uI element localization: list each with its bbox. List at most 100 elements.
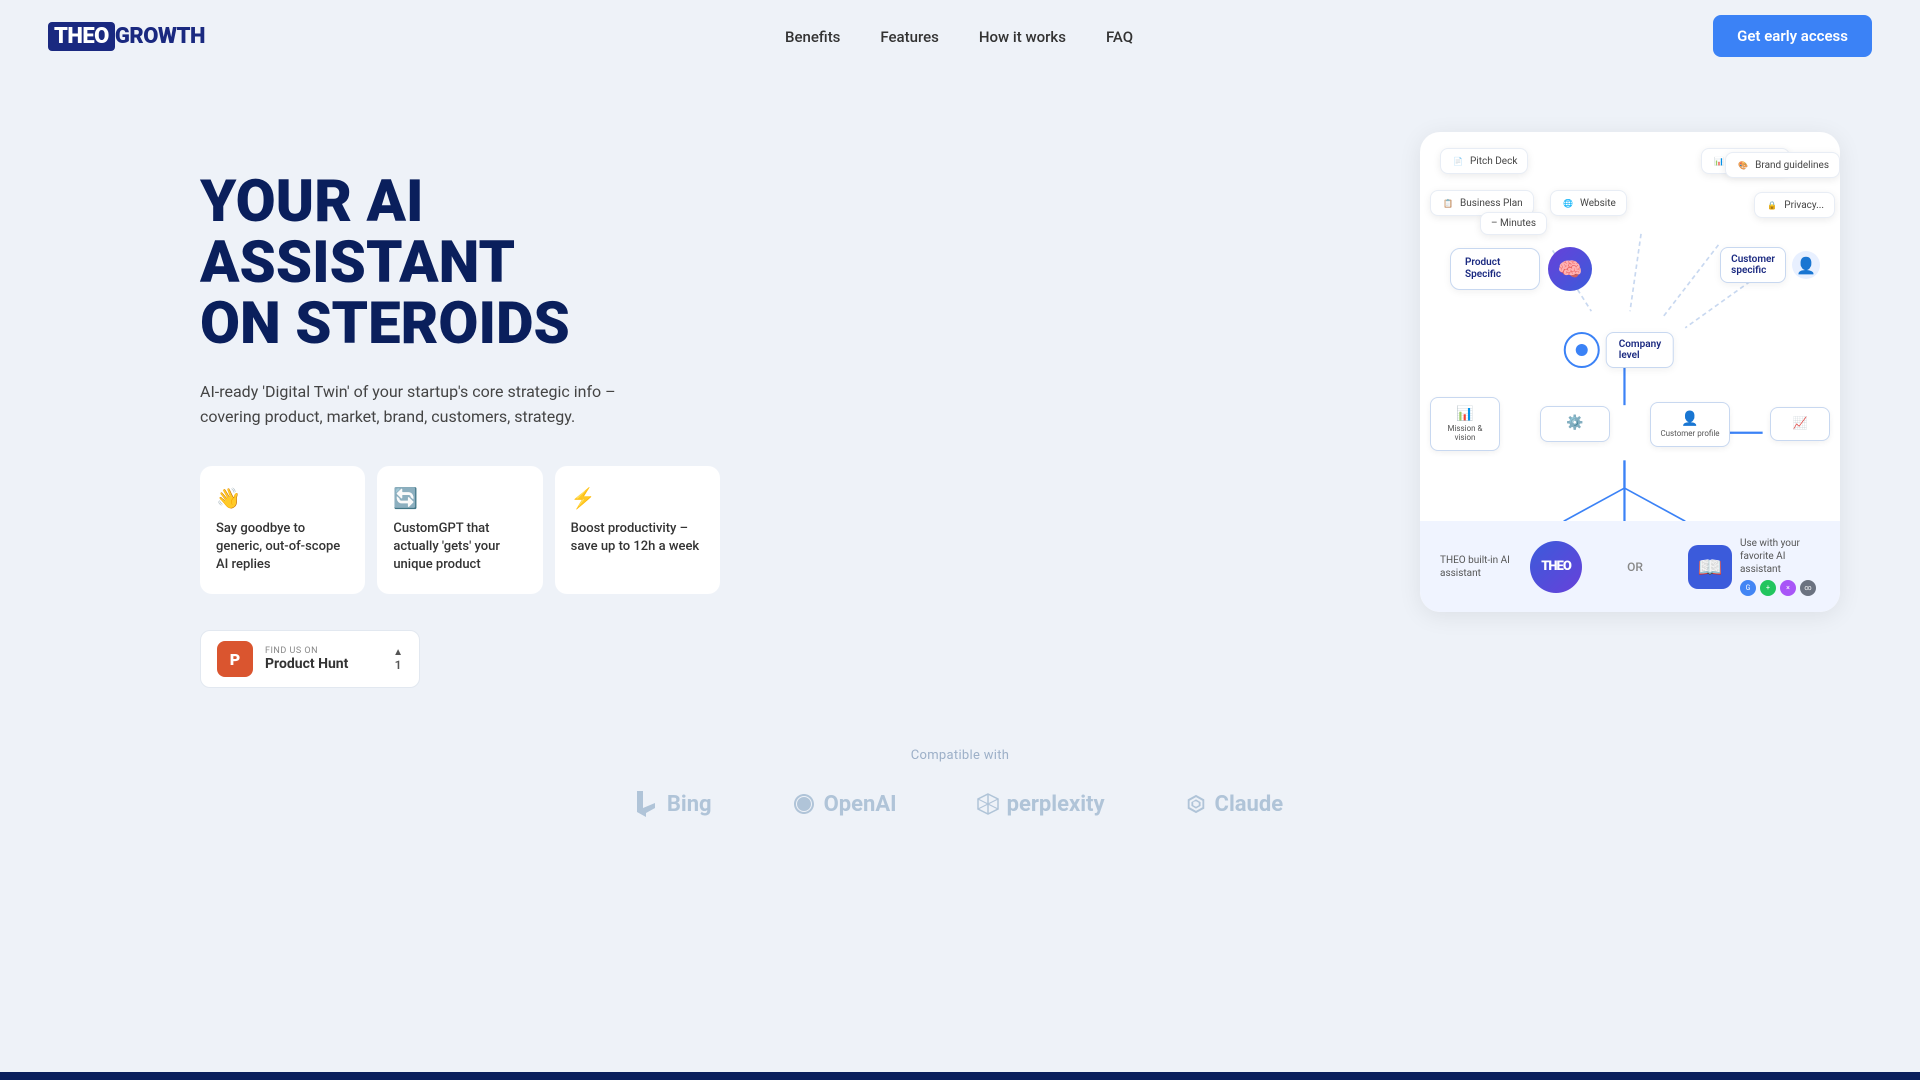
ai-dot-purple: × — [1780, 580, 1796, 596]
ph-vote-count: 1 — [395, 658, 402, 672]
or-divider: OR — [1627, 560, 1643, 574]
customer-profile-icon: 👤 — [1659, 411, 1721, 427]
doc-chip-pitch-deck: 📄 Pitch Deck — [1440, 148, 1528, 174]
diagram-container: 📄 Pitch Deck 📊 Sales deck 📋 Business Pla… — [1420, 132, 1840, 612]
logo-growth: GROWTH — [115, 24, 205, 49]
ph-find-label: FIND US ON — [265, 646, 348, 656]
doc-chip-website: 🌐 Website — [1550, 190, 1627, 216]
customer-icon: 👤 — [1792, 251, 1820, 279]
sub-node-2: ⚙️ — [1540, 406, 1610, 442]
bar-chart-icon: 📈 — [1779, 416, 1821, 430]
customer-specific-node: Customerspecific 👤 — [1720, 247, 1820, 283]
sub-node-3: 👤 Customer profile — [1650, 402, 1730, 447]
website-label: Website — [1580, 198, 1616, 209]
nav-benefits[interactable]: Benefits — [785, 28, 840, 46]
product-hunt-badge[interactable]: P FIND US ON Product Hunt ▲ 1 — [200, 630, 420, 688]
sub-node-4: 📈 — [1770, 407, 1830, 441]
openai-logo: OpenAI — [792, 792, 897, 817]
product-specific-node: Product Specific 🧠 — [1450, 247, 1592, 291]
favorite-ai-label: Use with your favorite AI assistant — [1740, 537, 1820, 576]
feature-cards: 👋 Say goodbye to generic, out-of-scope A… — [200, 466, 720, 595]
navbar: THEO GROWTH Benefits Features How it wor… — [0, 0, 1920, 72]
brain-emoji: 🧠 — [1558, 257, 1583, 281]
doc-chip-privacy: 🔒 Privacy... — [1754, 192, 1835, 218]
business-plan-label: Business Plan — [1460, 198, 1523, 209]
footer-bar — [0, 1072, 1920, 1080]
sub-node-1: 📊 Mission & vision — [1430, 397, 1500, 451]
business-plan-icon: 📋 — [1441, 196, 1455, 210]
privacy-icon: 🔒 — [1765, 198, 1779, 212]
feature-card-3: ⚡ Boost productivity – save up to 12h a … — [555, 466, 720, 595]
customer-specific-box: Customerspecific — [1720, 247, 1786, 283]
feature-text-1: Say goodbye to generic, out-of-scope AI … — [216, 520, 349, 575]
product-specific-label: Product Specific — [1465, 257, 1525, 281]
company-level-node: Companylevel — [1564, 332, 1674, 368]
claude-text: Claude — [1215, 792, 1284, 817]
ph-logo-icon: P — [217, 641, 253, 677]
sales-deck-icon: 📊 — [1712, 154, 1726, 168]
nav-links: Benefits Features How it works FAQ — [785, 27, 1133, 46]
mission-label: Mission & vision — [1447, 424, 1482, 442]
feature-text-2: CustomGPT that actually 'gets' your uniq… — [393, 520, 526, 575]
favorite-section: 📖 Use with your favorite AI assistant G … — [1688, 537, 1820, 596]
hero-section: YOUR AI ASSISTANT ON STEROIDS AI-ready '… — [0, 72, 1920, 728]
sub-nodes-row: 📊 Mission & vision ⚙️ 👤 Customer profile… — [1430, 397, 1830, 451]
doc-chip-minutes: – Minutes — [1480, 212, 1547, 235]
privacy-label: Privacy... — [1784, 200, 1824, 211]
bing-text: Bing — [667, 792, 712, 817]
feature-text-3: Boost productivity – save up to 12h a we… — [571, 520, 704, 556]
ai-dot-green: + — [1760, 580, 1776, 596]
ph-arrow-icon: ▲ — [393, 647, 403, 658]
nav-faq[interactable]: FAQ — [1106, 28, 1133, 46]
compatible-logos: Bing OpenAI perplexity — [80, 791, 1840, 817]
brain-icon: 🧠 — [1548, 247, 1592, 291]
built-in-label: THEO built-in AI assistant — [1440, 554, 1520, 580]
hero-title: YOUR AI ASSISTANT ON STEROIDS — [200, 172, 720, 355]
gear-settings-icon: ⚙️ — [1549, 415, 1601, 431]
bing-logo: Bing — [637, 791, 712, 817]
perplexity-icon — [977, 793, 999, 815]
hero-left: YOUR AI ASSISTANT ON STEROIDS AI-ready '… — [200, 132, 720, 688]
brand-icon: 🎨 — [1736, 158, 1750, 172]
pitch-deck-label: Pitch Deck — [1470, 156, 1517, 167]
ai-dot-blue: G — [1740, 580, 1756, 596]
website-icon: 🌐 — [1561, 196, 1575, 210]
favorite-ai-icon: 📖 — [1688, 545, 1732, 589]
get-early-access-button[interactable]: Get early access — [1713, 15, 1872, 57]
nav-features[interactable]: Features — [880, 28, 938, 46]
theo-circle: THEO — [1530, 541, 1582, 593]
nav-how-it-works[interactable]: How it works — [979, 28, 1066, 46]
feature-icon-1: 👋 — [216, 486, 349, 510]
company-level-box: Companylevel — [1606, 332, 1674, 368]
hero-right: 📄 Pitch Deck 📊 Sales deck 📋 Business Pla… — [1420, 132, 1840, 612]
perplexity-logo: perplexity — [977, 792, 1105, 817]
doc-chip-brand-guidelines: 🎨 Brand guidelines — [1725, 152, 1840, 178]
company-level-label: Companylevel — [1619, 339, 1661, 361]
feature-card-2: 🔄 CustomGPT that actually 'gets' your un… — [377, 466, 542, 595]
openai-text: OpenAI — [824, 792, 897, 817]
logo[interactable]: THEO GROWTH — [48, 22, 205, 51]
logo-box: THEO — [48, 22, 115, 51]
feature-card-1: 👋 Say goodbye to generic, out-of-scope A… — [200, 466, 365, 595]
feature-icon-3: ⚡ — [571, 486, 704, 510]
ph-text: FIND US ON Product Hunt — [265, 646, 348, 672]
bing-icon — [637, 791, 659, 817]
favorite-ai-info: Use with your favorite AI assistant G + … — [1740, 537, 1820, 596]
perplexity-text: perplexity — [1007, 792, 1105, 817]
claude-logo: Claude — [1185, 792, 1284, 817]
pitch-deck-icon: 📄 — [1451, 154, 1465, 168]
customer-profile-label: Customer profile — [1660, 429, 1719, 438]
hero-subtitle: AI-ready 'Digital Twin' of your startup'… — [200, 379, 680, 430]
brand-guidelines-label: Brand guidelines — [1755, 160, 1829, 171]
ph-votes: ▲ 1 — [393, 647, 403, 672]
minutes-label: – Minutes — [1491, 218, 1536, 229]
ai-dot-gray: ∞ — [1800, 580, 1816, 596]
diagram-bottom: THEO built-in AI assistant THEO OR 📖 Use… — [1420, 521, 1840, 612]
openai-icon — [792, 792, 816, 816]
mission-icon: 📊 — [1439, 406, 1491, 422]
claude-icon — [1185, 793, 1207, 815]
ph-name: Product Hunt — [265, 656, 348, 672]
built-in-section: THEO built-in AI assistant THEO — [1440, 541, 1582, 593]
feature-icon-2: 🔄 — [393, 486, 526, 510]
company-circle — [1564, 332, 1600, 368]
